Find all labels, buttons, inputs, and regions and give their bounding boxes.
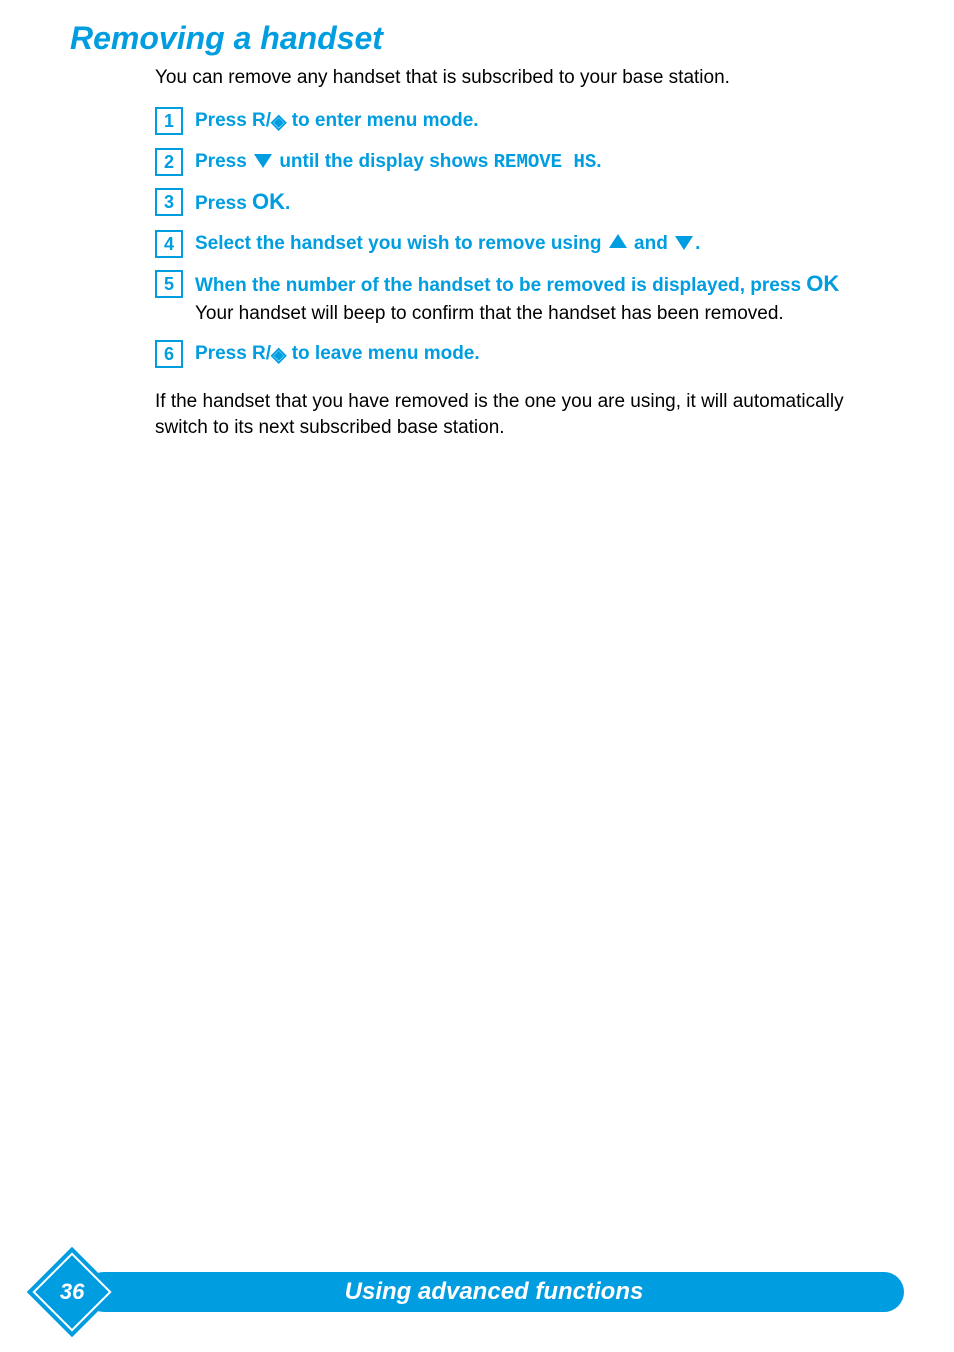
step-prefix: Press	[195, 343, 252, 364]
step-2: 2 Press until the display shows REMOVE H…	[155, 148, 884, 176]
step-suffix: .	[596, 151, 601, 172]
ok-key-label: OK	[252, 189, 285, 214]
step-4: 4 Select the handset you wish to remove …	[155, 230, 884, 258]
step-number: 1	[155, 107, 183, 135]
triangle-down-icon	[675, 236, 693, 250]
r-key-label: R/	[252, 110, 271, 131]
step-number: 5	[155, 270, 183, 298]
step-prefix: Press	[195, 193, 252, 214]
triangle-up-icon	[609, 234, 627, 248]
step-number: 3	[155, 188, 183, 216]
footer-label: Using advanced functions	[345, 1278, 644, 1306]
step-3: 3 Press OK.	[155, 188, 884, 218]
menu-diamond-icon: ◈	[271, 341, 286, 369]
step-prefix: Press	[195, 151, 252, 172]
step-1: 1 Press R/◈ to enter menu mode.	[155, 107, 884, 136]
step-suffix: .	[285, 193, 290, 214]
step-text: Press R/◈ to leave menu mode.	[195, 340, 480, 369]
display-text: REMOVE HS	[494, 151, 597, 173]
step-number: 4	[155, 230, 183, 258]
step-text: When the number of the handset to be rem…	[195, 270, 839, 328]
step-number: 6	[155, 340, 183, 368]
step-number: 2	[155, 148, 183, 176]
steps-list: 1 Press R/◈ to enter menu mode. 2 Press …	[155, 107, 884, 369]
page-footer: 36 Using advanced functions	[0, 1260, 954, 1324]
step-suffix: to enter menu mode.	[286, 110, 478, 131]
footer-bar: Using advanced functions	[84, 1272, 904, 1312]
step-prefix: Select the handset you wish to remove us…	[195, 233, 607, 254]
step-5: 5 When the number of the handset to be r…	[155, 270, 884, 328]
step-text: Select the handset you wish to remove us…	[195, 230, 700, 258]
step-text: Press R/◈ to enter menu mode.	[195, 107, 479, 136]
step-prefix: When the number of the handset to be rem…	[195, 275, 806, 296]
step-6: 6 Press R/◈ to leave menu mode.	[155, 340, 884, 369]
step-extra: Your handset will beep to confirm that t…	[195, 303, 784, 324]
step-text: Press OK.	[195, 188, 290, 218]
ok-key-label: OK	[806, 271, 839, 296]
step-text: Press until the display shows REMOVE HS.	[195, 148, 602, 176]
step-prefix: Press	[195, 110, 252, 131]
step-mid: and	[629, 233, 673, 254]
step-suffix: to leave menu mode.	[286, 343, 479, 364]
step-mid: until the display shows	[274, 151, 494, 172]
menu-diamond-icon: ◈	[271, 108, 286, 136]
step-suffix: .	[695, 233, 700, 254]
r-key-label: R/	[252, 343, 271, 364]
page-number-badge: 36	[27, 1247, 118, 1338]
page-number: 36	[60, 1279, 84, 1305]
closing-text: If the handset that you have removed is …	[155, 389, 884, 440]
intro-text: You can remove any handset that is subsc…	[155, 67, 884, 89]
main-title: Removing a handset	[70, 20, 884, 57]
triangle-down-icon	[254, 154, 272, 168]
